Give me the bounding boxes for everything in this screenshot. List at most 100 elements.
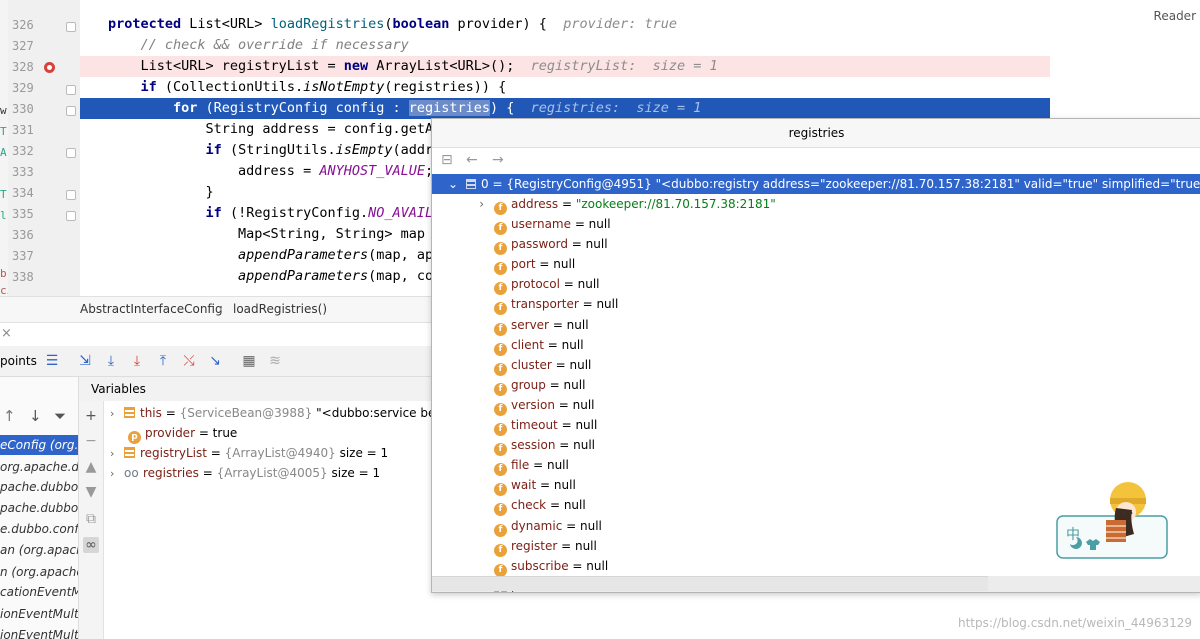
variable-row[interactable]: › oo registries = {ArrayList@4005} size = … bbox=[110, 463, 380, 483]
code-token: (CollectionUtils. bbox=[156, 79, 304, 95]
field-value: = null bbox=[568, 558, 609, 573]
popup-field-row[interactable]: f timeout = null bbox=[432, 415, 1200, 436]
expand-arrow-icon[interactable]: › bbox=[110, 404, 124, 424]
popup-field-row[interactable]: f transporter = null bbox=[432, 294, 1200, 316]
breakpoint-icon[interactable] bbox=[44, 62, 55, 73]
popup-field-row[interactable]: f password = null bbox=[432, 234, 1200, 256]
drop-frame-icon[interactable]: ⤯ bbox=[180, 352, 198, 370]
breadcrumb-method[interactable]: loadRegistries() bbox=[233, 302, 327, 316]
navigate-icon[interactable]: ⊟ bbox=[441, 152, 453, 168]
popup-field-row[interactable]: f session = null bbox=[432, 435, 1200, 457]
fold-marker-icon[interactable] bbox=[66, 148, 76, 158]
watches-toggle-icon[interactable]: ∞ bbox=[83, 537, 99, 553]
popup-root-row[interactable]: ⌄ 0 = {RegistryConfig@4951} "<dubbo:regis… bbox=[432, 174, 1200, 194]
popup-field-row[interactable]: f file = null bbox=[432, 455, 1200, 477]
add-watch-icon[interactable]: + bbox=[83, 408, 99, 424]
step-into-icon[interactable]: ⤓ bbox=[128, 352, 146, 370]
frame-row[interactable]: ionEventMultic bbox=[0, 604, 78, 624]
fold-marker-icon[interactable] bbox=[66, 85, 76, 95]
code-line[interactable]: protected List<URL> loadRegistries(boole… bbox=[108, 14, 1050, 35]
code-line[interactable]: if (CollectionUtils.isNotEmpty(registrie… bbox=[108, 77, 1050, 98]
reader-mode-toggle[interactable]: Reader bbox=[1154, 9, 1196, 23]
popup-field-row[interactable]: f group = null bbox=[432, 375, 1200, 396]
remove-watch-icon[interactable]: − bbox=[83, 433, 99, 449]
popup-field-row[interactable]: f version = null bbox=[432, 395, 1200, 416]
frame-row[interactable]: org.apache.dubb bbox=[0, 457, 78, 477]
expand-arrow-icon[interactable]: › bbox=[110, 444, 124, 464]
field-value: = null bbox=[567, 237, 608, 252]
collapse-arrow-icon[interactable]: ⌄ bbox=[432, 174, 458, 194]
code-token: ANYHOST_VALUE bbox=[319, 163, 425, 179]
variable-row[interactable]: p provider = true bbox=[128, 423, 237, 444]
popup-field-row[interactable]: f server = null bbox=[432, 315, 1200, 336]
code-token: (registries)) { bbox=[384, 79, 507, 95]
frame-row[interactable]: eConfig (org.a bbox=[0, 435, 78, 455]
popup-field-row[interactable]: f port = null bbox=[432, 254, 1200, 276]
frame-row[interactable]: an (org.apache bbox=[0, 540, 78, 560]
filter-icon[interactable]: ⏷ bbox=[54, 407, 66, 425]
frame-row[interactable]: pache.dubbo.con bbox=[0, 498, 78, 518]
fold-marker-icon[interactable] bbox=[66, 106, 76, 116]
field-icon: f bbox=[494, 322, 507, 336]
line-number: 327 bbox=[12, 39, 34, 53]
close-icon[interactable]: × bbox=[1, 326, 12, 341]
variable-row[interactable]: › this = {ServiceBean@3988} "<dubbo:servi… bbox=[110, 403, 467, 423]
variable-row[interactable]: › registryList = {ArrayList@4940} size = … bbox=[110, 443, 388, 463]
step-over-icon[interactable]: ⤓ bbox=[102, 352, 120, 370]
variables-tree[interactable]: › this = {ServiceBean@3988} "<dubbo:servi… bbox=[104, 401, 467, 639]
menu-lines-icon[interactable]: ☰ bbox=[43, 352, 61, 370]
popup-field-row[interactable]: f username = null bbox=[432, 214, 1200, 235]
step-out-icon[interactable]: ⤒ bbox=[154, 352, 172, 370]
fold-marker-icon[interactable] bbox=[66, 22, 76, 32]
structure-strip: w T A T l b ci bbox=[0, 0, 13, 300]
object-icon bbox=[124, 407, 135, 418]
code-token: loadRegistries bbox=[270, 16, 385, 32]
popup-field-row[interactable]: › f address = "zookeeper://81.70.157.38:21… bbox=[432, 194, 1200, 215]
show-execution-point-icon[interactable]: ⇲ bbox=[76, 352, 94, 370]
copy-icon[interactable]: ⧉ bbox=[83, 511, 99, 527]
field-name: cluster bbox=[511, 357, 552, 372]
breakpoints-tab-label[interactable]: points bbox=[0, 354, 37, 368]
code-token: address = bbox=[108, 163, 320, 179]
list-icon bbox=[124, 447, 135, 458]
popup-field-row[interactable]: f protocol = null bbox=[432, 274, 1200, 296]
code-line-current[interactable]: for (RegistryConfig config : registries)… bbox=[80, 98, 1050, 119]
down-arrow-icon[interactable]: ↓ bbox=[29, 407, 42, 425]
frame-row[interactable]: ionEventMultic bbox=[0, 625, 78, 639]
frames-panel[interactable]: ↑ ↓ ⏷ eConfig (org.a org.apache.dubb pac… bbox=[0, 377, 79, 639]
mascot-sticker: 中 bbox=[1056, 478, 1168, 560]
run-to-cursor-icon[interactable]: ↘ bbox=[206, 352, 224, 370]
popup-field-row[interactable]: f cluster = null bbox=[432, 355, 1200, 376]
code-line[interactable]: // check && override if necessary bbox=[108, 35, 1050, 56]
strip-char: T bbox=[0, 188, 7, 201]
trace-stream-icon[interactable]: ≋ bbox=[266, 352, 284, 370]
code-token: provider) { bbox=[449, 16, 564, 32]
strip-char: l bbox=[0, 209, 7, 222]
code-token: ) { bbox=[490, 100, 531, 116]
code-line-breakpoint[interactable]: List<URL> registryList = new ArrayList<U… bbox=[80, 56, 1050, 77]
horizontal-scrollbar[interactable] bbox=[432, 576, 988, 591]
evaluate-expression-icon[interactable]: ▦ bbox=[240, 352, 258, 370]
editor-gutter[interactable]: 326 327 328 329 330 331 332 333 334 335 … bbox=[8, 0, 81, 296]
popup-field-row[interactable]: f client = null bbox=[432, 335, 1200, 356]
expand-arrow-icon[interactable]: › bbox=[432, 194, 484, 214]
code-token: (StringUtils. bbox=[221, 142, 336, 158]
frame-row[interactable]: pache.dubbo.c bbox=[0, 477, 78, 497]
fold-marker-icon[interactable] bbox=[66, 211, 76, 221]
frame-row[interactable]: cationEventMu bbox=[0, 582, 78, 602]
field-icon: f bbox=[494, 523, 507, 537]
field-name: server bbox=[511, 317, 549, 332]
frame-row[interactable]: e.dubbo.config bbox=[0, 519, 78, 539]
frame-row[interactable]: n (org.apache.c bbox=[0, 562, 78, 582]
up-arrow-icon[interactable]: ↑ bbox=[3, 407, 16, 425]
selected-word[interactable]: registries bbox=[408, 100, 491, 116]
move-down-icon[interactable]: ▼ bbox=[83, 484, 99, 500]
variable-value: size = 1 bbox=[335, 446, 389, 460]
fold-marker-icon[interactable] bbox=[66, 190, 76, 200]
back-arrow-icon[interactable]: ← bbox=[466, 152, 478, 168]
expand-arrow-icon[interactable]: › bbox=[110, 464, 124, 484]
forward-arrow-icon[interactable]: → bbox=[492, 152, 504, 168]
strip-char: b bbox=[0, 267, 7, 280]
move-up-icon[interactable]: ▲ bbox=[83, 459, 99, 475]
breadcrumb-class[interactable]: AbstractInterfaceConfig bbox=[80, 302, 223, 316]
